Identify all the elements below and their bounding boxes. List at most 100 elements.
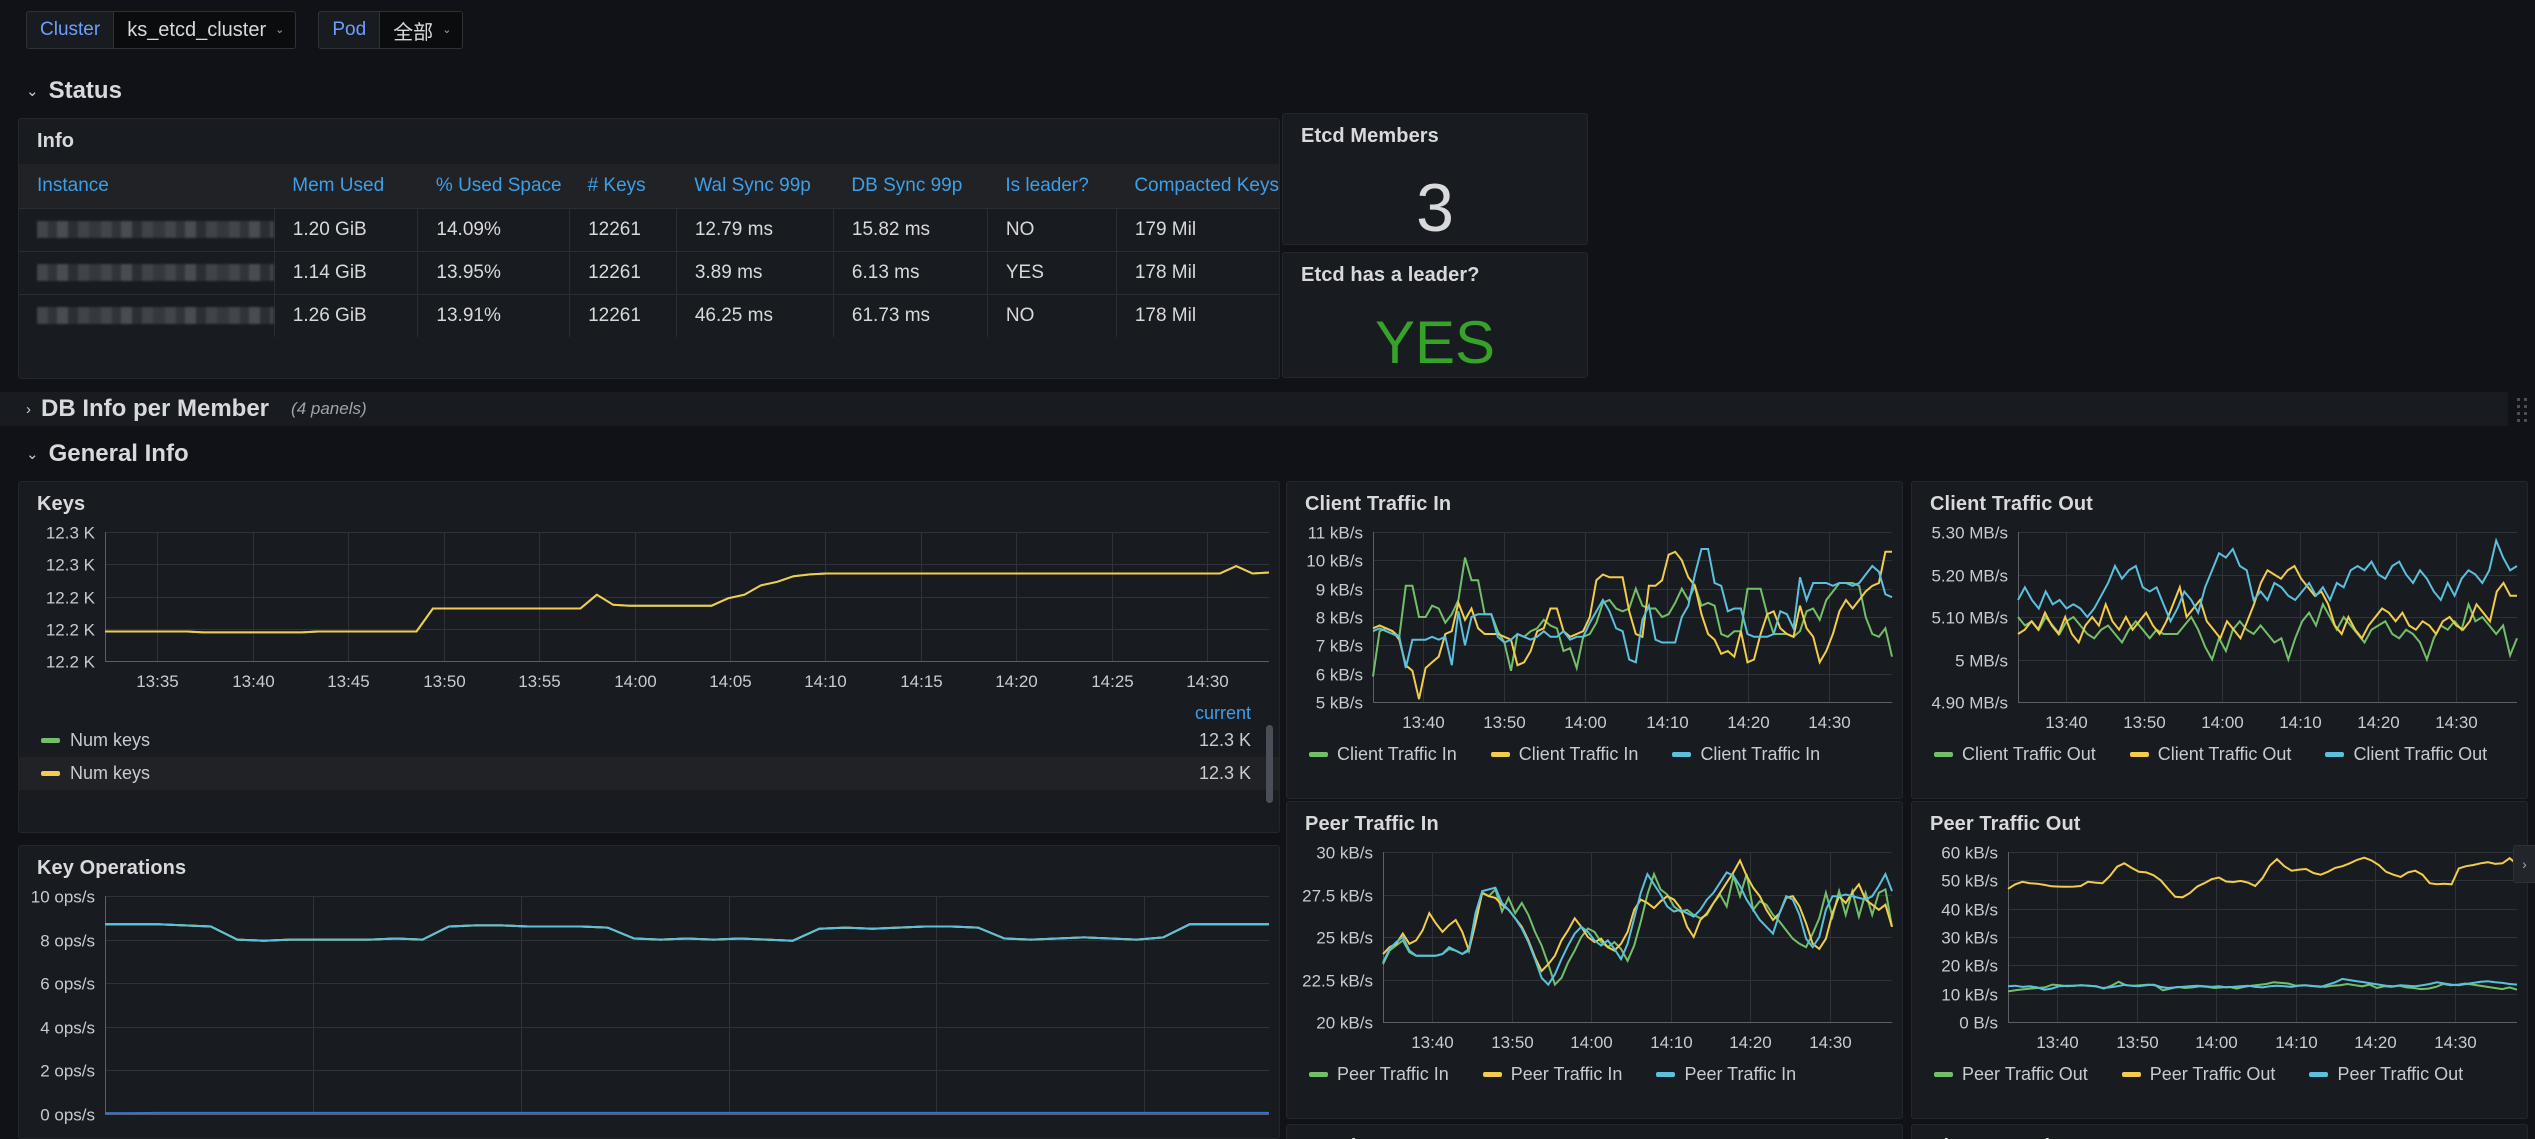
legend-row[interactable]: Num keys 12.3 K xyxy=(19,757,1279,790)
legend-series-name: Peer Traffic Out xyxy=(2150,1064,2276,1085)
keys-plot: 12.2 K12.2 K12.2 K12.3 K12.3 K13:3513:40… xyxy=(19,516,1279,701)
svg-text:14:30: 14:30 xyxy=(1808,713,1851,732)
row-header-status[interactable]: ⌄ Status xyxy=(0,74,122,108)
svg-text:14:20: 14:20 xyxy=(1727,713,1770,732)
legend-series-name: Peer Traffic Out xyxy=(1962,1064,2088,1085)
cell-is-leader: YES xyxy=(987,251,1116,294)
legend-item[interactable]: Peer Traffic Out xyxy=(2309,1064,2463,1085)
col-num-keys[interactable]: # Keys xyxy=(570,164,677,208)
svg-text:13:50: 13:50 xyxy=(1483,713,1526,732)
cell-used-space: 14.09% xyxy=(418,208,570,251)
peer-traffic-out-graph[interactable]: 0 B/s10 kB/s20 kB/s30 kB/s40 kB/s50 kB/s… xyxy=(1912,836,2527,1064)
svg-text:14:20: 14:20 xyxy=(2357,713,2400,732)
svg-text:14:30: 14:30 xyxy=(2434,1033,2477,1052)
legend-item[interactable]: Client Traffic In xyxy=(1491,744,1639,765)
col-wal-sync[interactable]: Wal Sync 99p xyxy=(676,164,833,208)
row-title: General Info xyxy=(49,440,189,468)
legend-item[interactable]: Client Traffic In xyxy=(1672,744,1820,765)
svg-text:10 kB/s: 10 kB/s xyxy=(1306,552,1363,571)
svg-text:14:20: 14:20 xyxy=(2354,1033,2397,1052)
cell-num-keys: 12261 xyxy=(570,251,677,294)
svg-text:10 kB/s: 10 kB/s xyxy=(1941,986,1998,1005)
panel-title: Etcd Members xyxy=(1283,114,1587,148)
panel-key-operations: Key Operations 0 ops/s2 ops/s4 ops/s6 op… xyxy=(18,845,1280,1139)
legend-item[interactable]: Client Traffic Out xyxy=(2130,744,2292,765)
legend-series-name: Num keys xyxy=(70,730,150,751)
col-instance[interactable]: Instance xyxy=(19,164,274,208)
svg-text:6 ops/s: 6 ops/s xyxy=(40,975,95,994)
variable-cluster-label: Cluster xyxy=(26,11,114,49)
col-used-space[interactable]: % Used Space xyxy=(418,164,570,208)
svg-text:14:10: 14:10 xyxy=(1650,1033,1693,1052)
svg-text:5 kB/s: 5 kB/s xyxy=(1316,694,1363,713)
row-header-general-info[interactable]: ⌄ General Info xyxy=(0,437,189,471)
variable-cluster-value: ks_etcd_cluster xyxy=(127,19,266,42)
info-table: Instance Mem Used % Used Space # Keys Wa… xyxy=(19,164,1279,337)
legend-series-name: Num keys xyxy=(70,763,150,784)
col-mem-used[interactable]: Mem Used xyxy=(274,164,418,208)
legend-item[interactable]: Peer Traffic In xyxy=(1309,1064,1449,1085)
series-color-swatch xyxy=(2130,752,2149,757)
svg-text:12.2 K: 12.2 K xyxy=(46,653,96,672)
peer-traffic-out-legend: Peer Traffic Out Peer Traffic Out Peer T… xyxy=(1912,1064,2527,1085)
col-db-sync[interactable]: DB Sync 99p xyxy=(833,164,987,208)
variable-pod-select[interactable]: 全部 ⌄ xyxy=(380,11,463,49)
svg-text:27.5 kB/s: 27.5 kB/s xyxy=(1302,887,1373,906)
svg-text:12.3 K: 12.3 K xyxy=(46,556,96,575)
redacted-instance-name xyxy=(37,221,274,238)
svg-text:7 kB/s: 7 kB/s xyxy=(1316,637,1363,656)
col-compacted-keys[interactable]: Compacted Keys xyxy=(1116,164,1279,208)
svg-text:10 ops/s: 10 ops/s xyxy=(31,888,95,907)
legend-item[interactable]: Peer Traffic Out xyxy=(1934,1064,2088,1085)
legend-series-name: Client Traffic Out xyxy=(2353,744,2487,765)
svg-text:12.3 K: 12.3 K xyxy=(46,524,96,543)
expand-sidebar-button[interactable]: › xyxy=(2513,845,2535,883)
variable-pod-value: 全部 xyxy=(393,16,433,45)
peer-traffic-in-plot: 20 kB/s22.5 kB/s25 kB/s27.5 kB/s30 kB/s1… xyxy=(1287,836,1902,1064)
key-operations-graph[interactable]: 0 ops/s2 ops/s4 ops/s6 ops/s8 ops/s10 op… xyxy=(19,880,1279,1130)
row-header-db-info-per-member[interactable]: › DB Info per Member (4 panels) xyxy=(0,392,2508,426)
legend-scrollbar[interactable] xyxy=(1266,725,1273,803)
key-operations-plot: 0 ops/s2 ops/s4 ops/s6 ops/s8 ops/s10 op… xyxy=(19,880,1279,1130)
legend-item[interactable]: Client Traffic In xyxy=(1309,744,1457,765)
svg-text:14:20: 14:20 xyxy=(995,672,1038,691)
svg-text:14:00: 14:00 xyxy=(1570,1033,1613,1052)
series-color-swatch xyxy=(41,771,60,776)
keys-graph[interactable]: 12.2 K12.2 K12.2 K12.3 K12.3 K13:3513:40… xyxy=(19,516,1279,701)
chevron-down-icon: ⌄ xyxy=(26,445,39,463)
legend-item[interactable]: Peer Traffic In xyxy=(1656,1064,1796,1085)
svg-text:25 kB/s: 25 kB/s xyxy=(1316,929,1373,948)
etcd-members-value: 3 xyxy=(1283,174,1587,242)
svg-text:5.30 MB/s: 5.30 MB/s xyxy=(1931,524,2008,543)
series-color-swatch xyxy=(2325,752,2344,757)
client-traffic-in-graph[interactable]: 5 kB/s6 kB/s7 kB/s8 kB/s9 kB/s10 kB/s11 … xyxy=(1287,516,1902,744)
cell-db-sync: 61.73 ms xyxy=(833,294,987,337)
legend-row[interactable]: Num keys 12.3 K xyxy=(19,724,1279,757)
series-color-swatch xyxy=(2122,1072,2141,1077)
table-row[interactable]: 1.20 GiB 14.09% 12261 12.79 ms 15.82 ms … xyxy=(19,208,1279,251)
series-color-swatch xyxy=(1934,1072,1953,1077)
client-traffic-in-plot: 5 kB/s6 kB/s7 kB/s8 kB/s9 kB/s10 kB/s11 … xyxy=(1287,516,1902,744)
cell-compacted: 179 Mil xyxy=(1116,208,1279,251)
series-color-swatch xyxy=(1309,752,1328,757)
panel-client-traffic-out: Client Traffic Out 4.90 MB/s5 MB/s5.10 M… xyxy=(1911,481,2528,799)
col-is-leader[interactable]: Is leader? xyxy=(987,164,1116,208)
table-row[interactable]: 1.14 GiB 13.95% 12261 3.89 ms 6.13 ms YE… xyxy=(19,251,1279,294)
legend-header-current[interactable]: current xyxy=(19,703,1279,724)
svg-text:13:55: 13:55 xyxy=(518,672,561,691)
peer-traffic-in-graph[interactable]: 20 kB/s22.5 kB/s25 kB/s27.5 kB/s30 kB/s1… xyxy=(1287,836,1902,1064)
table-row[interactable]: 1.26 GiB 13.91% 12261 46.25 ms 61.73 ms … xyxy=(19,294,1279,337)
svg-text:13:50: 13:50 xyxy=(2123,713,2166,732)
legend-item[interactable]: Client Traffic Out xyxy=(1934,744,2096,765)
variable-cluster-select[interactable]: ks_etcd_cluster ⌄ xyxy=(114,11,296,49)
legend-item[interactable]: Peer Traffic In xyxy=(1483,1064,1623,1085)
client-traffic-out-graph[interactable]: 4.90 MB/s5 MB/s5.10 MB/s5.20 MB/s5.30 MB… xyxy=(1912,516,2527,744)
row-drag-handle-icon[interactable] xyxy=(2517,398,2529,424)
series-color-swatch xyxy=(1672,752,1691,757)
legend-item[interactable]: Peer Traffic Out xyxy=(2122,1064,2276,1085)
cell-used-space: 13.95% xyxy=(418,251,570,294)
table-header-row: Instance Mem Used % Used Space # Keys Wa… xyxy=(19,164,1279,208)
svg-text:11 kB/s: 11 kB/s xyxy=(1308,524,1363,543)
panel-slow-operations: Slow operations xyxy=(1911,1124,2528,1139)
legend-item[interactable]: Client Traffic Out xyxy=(2325,744,2487,765)
